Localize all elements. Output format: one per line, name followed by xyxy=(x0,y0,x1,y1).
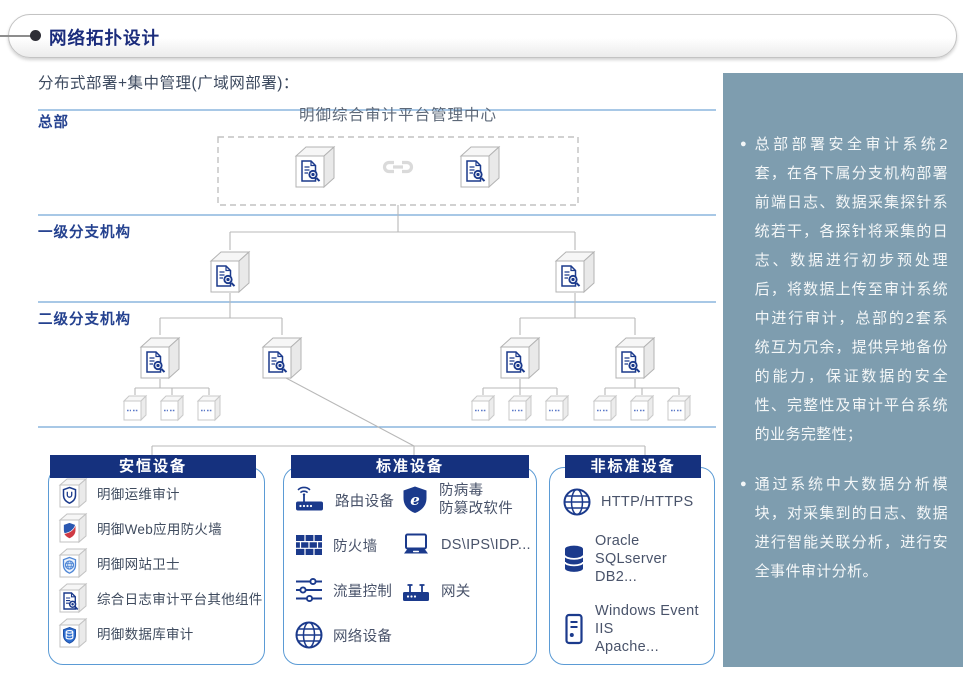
audit-platform-node-icon xyxy=(498,335,542,381)
header-connector-line xyxy=(0,35,34,37)
row-label-level1-branch: 一级分支机构 xyxy=(38,221,131,242)
leaf-device-box-icon xyxy=(544,394,570,422)
ops-audit-shield-icon xyxy=(58,477,88,509)
device-label: 明御运维审计 xyxy=(97,483,180,503)
device-label: 网络设备 xyxy=(333,625,392,646)
leaf-device-box-icon xyxy=(666,394,692,422)
list-item: Oracle SQLserver DB2... xyxy=(562,530,699,588)
traffic-sliders-icon xyxy=(294,577,324,603)
list-item: 路由设备 xyxy=(294,481,394,519)
router-icon xyxy=(294,486,326,514)
sidebar-bullet-item: ● 通过系统中大数据分析模块，对采集到的日志、数据进行智能关联分析，进行安全事件… xyxy=(740,470,948,586)
laptop-icon xyxy=(400,532,432,558)
device-label: HTTP/HTTPS xyxy=(601,494,693,510)
sidebar-bullet-item: ● 总部部署安全审计系统2套，在各下属分支机构部署前端日志、数据采集探针系统若干… xyxy=(740,130,948,449)
leaf-device-box-icon xyxy=(507,394,533,422)
standard-devices-left-column: 路由设备 防火墙 流量控制 网络设备 xyxy=(294,481,394,654)
leaf-device-box-icon xyxy=(159,394,185,422)
device-label: 流量控制 xyxy=(333,580,392,601)
database-icon xyxy=(562,544,586,574)
list-item: 明御网站卫士 xyxy=(58,549,263,577)
leaf-device-box-icon xyxy=(470,394,496,422)
audit-platform-node-icon xyxy=(553,249,597,295)
row-label-headquarters: 总部 xyxy=(38,111,69,132)
audit-platform-node-icon xyxy=(260,335,304,381)
leaf-device-box-icon xyxy=(629,394,655,422)
list-item: 流量控制 xyxy=(294,571,394,609)
list-item: Windows Event IIS Apache... xyxy=(562,600,699,658)
globe-icon xyxy=(562,487,592,517)
audit-platform-node-icon xyxy=(613,335,657,381)
gateway-icon xyxy=(400,577,432,603)
leaf-device-box-icon xyxy=(122,394,148,422)
title-bullet-icon xyxy=(30,30,41,41)
audit-platform-node-icon xyxy=(208,249,252,295)
db-audit-shield-icon xyxy=(58,617,88,649)
description-sidebar: ● 总部部署安全审计系统2套，在各下属分支机构部署前端日志、数据采集探针系统若干… xyxy=(723,73,963,667)
standard-devices-right-column: 防病毒 防篡改软件 DS\IPS\IDP... 网关 xyxy=(400,481,531,609)
nonstandard-devices-header: 非标准设备 xyxy=(565,455,701,478)
page-title: 网络拓扑设计 xyxy=(49,25,160,50)
device-label: 防火墙 xyxy=(333,535,377,556)
globe-icon xyxy=(294,620,324,650)
audit-platform-node-icon xyxy=(458,144,502,190)
sidebar-bullet-text: 通过系统中大数据分析模块，对采集到的日志、数据进行智能关联分析，进行安全事件审计… xyxy=(755,470,948,586)
list-item: 网络设备 xyxy=(294,616,394,654)
device-label: 明御数据库审计 xyxy=(97,623,194,643)
bullet-dot-icon: ● xyxy=(740,470,747,586)
list-item: HTTP/HTTPS xyxy=(562,486,699,518)
log-audit-doc-icon xyxy=(58,582,88,614)
device-label: DS\IPS\IDP... xyxy=(441,537,531,553)
bullet-dot-icon: ● xyxy=(740,130,747,449)
deployment-subtitle: 分布式部署+集中管理(广域网部署)： xyxy=(38,71,299,93)
ha-link-icon xyxy=(380,158,416,176)
device-label: 网关 xyxy=(441,580,471,601)
list-item: DS\IPS\IDP... xyxy=(400,526,531,564)
anheng-devices-header: 安恒设备 xyxy=(50,455,256,478)
sidebar-bullet-text: 总部部署安全审计系统2套，在各下属分支机构部署前端日志、数据采集探针系统若干，各… xyxy=(755,130,948,449)
list-item: 明御Web应用防火墙 xyxy=(58,514,263,542)
hq-platform-title: 明御综合审计平台管理中心 xyxy=(218,103,578,125)
device-label: Windows Event IIS Apache... xyxy=(595,602,699,656)
leaf-device-box-icon xyxy=(196,394,222,422)
list-item: 明御运维审计 xyxy=(58,479,263,507)
audit-platform-node-icon xyxy=(138,335,182,381)
firewall-icon xyxy=(294,532,324,558)
list-item: 防火墙 xyxy=(294,526,394,564)
device-label: 明御网站卫士 xyxy=(97,553,180,573)
device-label: Oracle SQLserver DB2... xyxy=(595,532,667,586)
anheng-devices-list: 明御运维审计 明御Web应用防火墙 明御网站卫士 综合日志审计平台其他组件 明御… xyxy=(58,479,263,647)
device-label: 综合日志审计平台其他组件 xyxy=(97,588,263,608)
row-label-level2-branch: 二级分支机构 xyxy=(38,308,131,329)
nonstandard-devices-list: HTTP/HTTPS Oracle SQLserver DB2... Windo… xyxy=(562,486,699,658)
list-item: 明御数据库审计 xyxy=(58,619,263,647)
list-item: 综合日志审计平台其他组件 xyxy=(58,584,263,612)
audit-platform-node-icon xyxy=(293,144,337,190)
device-label: 路由设备 xyxy=(335,490,394,511)
list-item: 网关 xyxy=(400,571,531,609)
device-label: 防病毒 防篡改软件 xyxy=(439,482,513,518)
waf-shield-icon xyxy=(58,512,88,544)
list-item: 防病毒 防篡改软件 xyxy=(400,481,531,519)
standard-devices-header: 标准设备 xyxy=(291,455,529,478)
leaf-device-box-icon xyxy=(592,394,618,422)
antivirus-shield-icon xyxy=(400,485,430,515)
device-label: 明御Web应用防火墙 xyxy=(97,518,222,538)
website-guard-shield-icon xyxy=(58,547,88,579)
server-tower-icon xyxy=(562,613,586,645)
